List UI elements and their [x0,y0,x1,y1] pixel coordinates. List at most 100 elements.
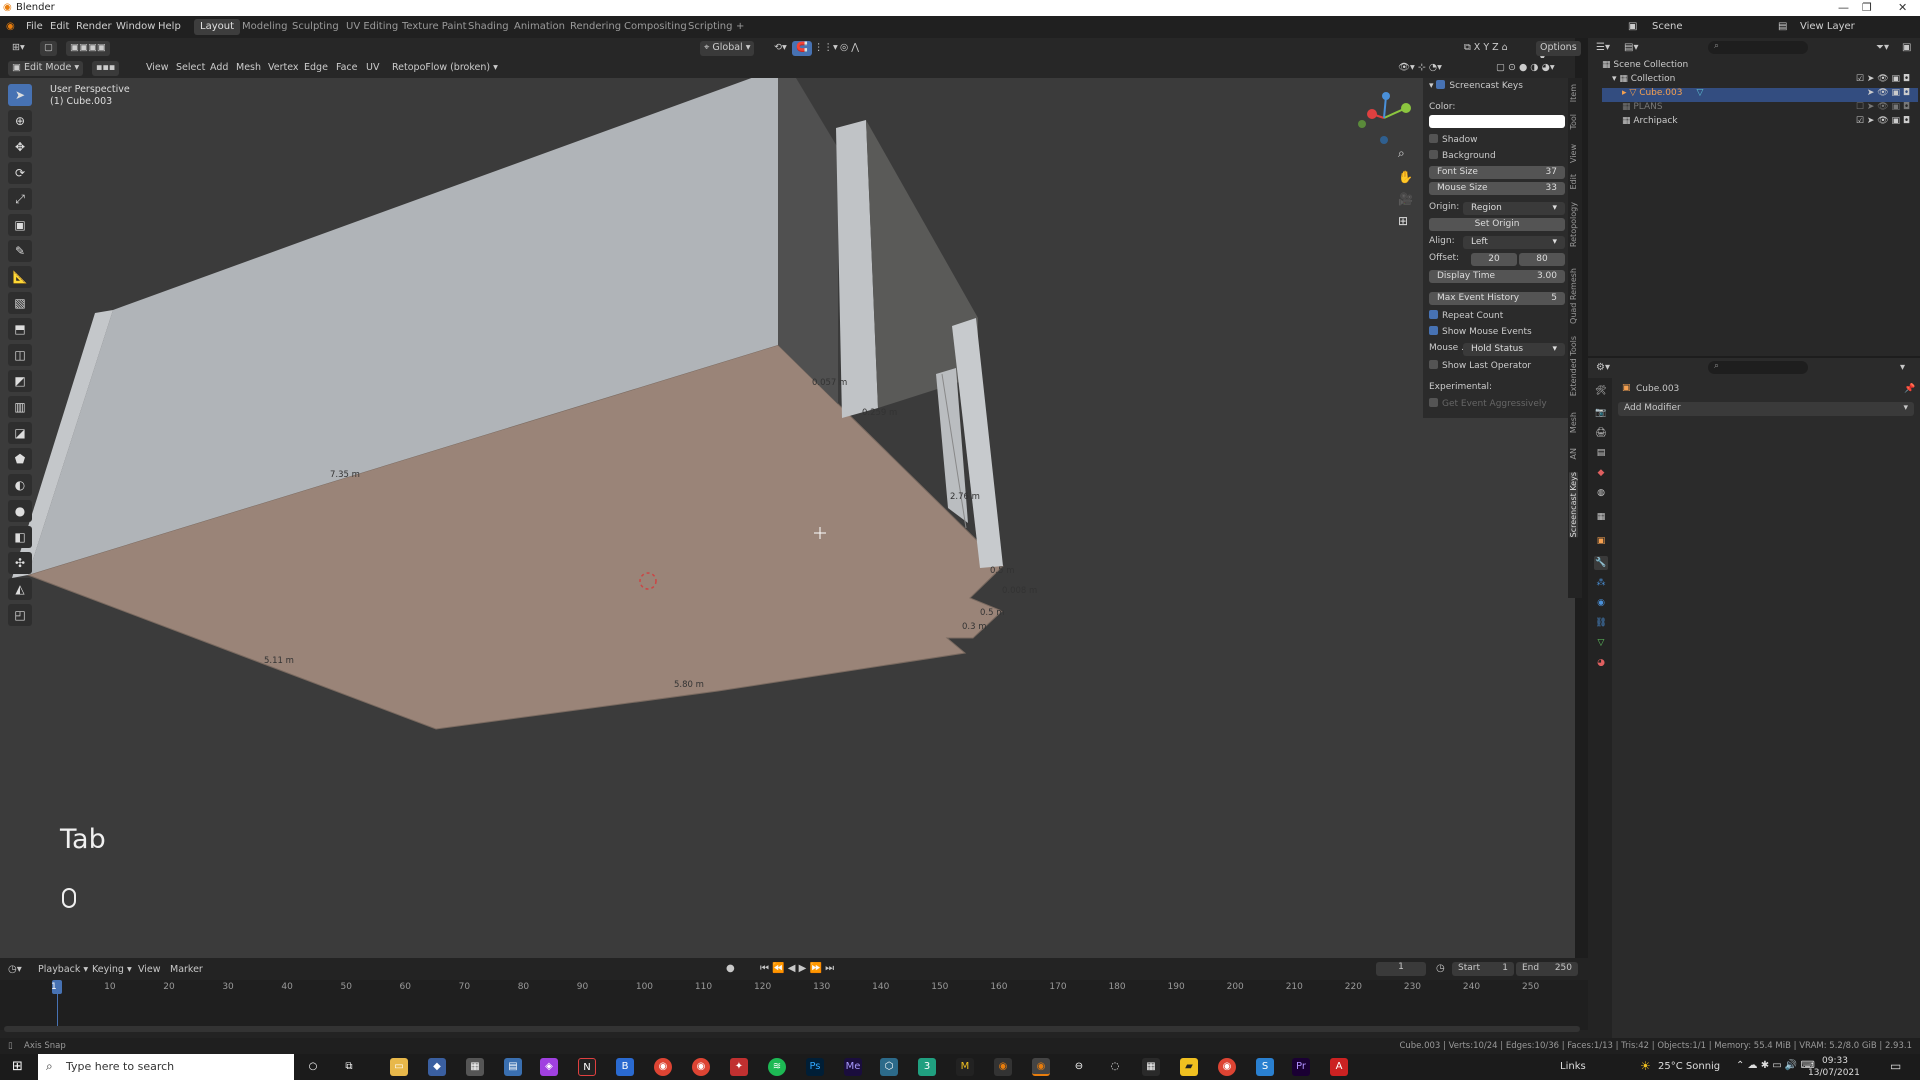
spotify-icon[interactable]: ≋ [768,1058,786,1076]
options-dropdown[interactable]: Options ▾ [1536,41,1581,64]
app-icon[interactable]: ▤ [504,1058,522,1076]
menu-face[interactable]: Face [332,61,361,76]
cortana-icon[interactable]: ○ [304,1058,322,1076]
properties-search-input[interactable]: ⌕ [1708,361,1808,374]
premiere-icon[interactable]: Pr [1292,1058,1310,1076]
extrude-tool-icon[interactable]: ⬒ [8,318,32,340]
sidebar-tab-extended-tools[interactable]: Extended Tools [1569,336,1578,396]
sidebar-tab-tool[interactable]: Tool [1569,114,1578,130]
filter-icon[interactable]: ⏷▾ [1876,42,1889,53]
transform-tool-icon[interactable]: ▣ [8,214,32,236]
tab-shading[interactable]: Shading [462,19,515,35]
scene-selector[interactable]: Scene [1652,21,1683,32]
clock-date[interactable]: 13/07/2021 [1808,1068,1860,1078]
constraints-props-icon[interactable]: ⛓ [1594,616,1608,630]
app-icon[interactable]: ◆ [428,1058,446,1076]
app-icon[interactable]: ⊖ [1070,1058,1088,1076]
align-dropdown[interactable]: Left ▾ [1463,236,1565,249]
menu-edit[interactable]: Edit [50,21,69,32]
menu-help[interactable]: Help [158,21,181,32]
app-icon[interactable]: ▰ [1180,1058,1198,1076]
sidebar-tab-item[interactable]: Item [1569,84,1578,102]
outliner-scene-collection[interactable]: ▦ Scene Collection [1602,60,1918,74]
add-modifier-dropdown[interactable]: Add Modifier ▾ [1618,402,1914,416]
background-checkbox[interactable] [1429,150,1438,159]
menu-vertex[interactable]: Vertex [264,61,303,76]
shrink-tool-icon[interactable]: ✣ [8,552,32,574]
show-last-checkbox[interactable] [1429,360,1438,369]
blender-active-icon[interactable]: ◉ [1032,1058,1050,1076]
collection-props-icon[interactable]: ▦ [1594,510,1608,524]
outliner-search-input[interactable]: ⌕ [1708,41,1808,54]
tab-sculpting[interactable]: Sculpting [286,19,345,35]
menu-mesh[interactable]: Mesh [232,61,265,76]
screencast-enable-checkbox[interactable] [1436,80,1446,89]
mode-selector[interactable]: ▣ Edit Mode ▾ [8,61,84,76]
sidebar-tab-an[interactable]: AN [1569,448,1578,459]
close-icon[interactable]: ✕ [1898,1,1907,14]
cursor-tool-icon[interactable]: ⊕ [8,110,32,132]
chrome-icon[interactable]: ◉ [654,1058,672,1076]
app-icon[interactable]: 3 [918,1058,936,1076]
view-layer-props-icon[interactable]: ▤ [1594,446,1608,460]
photoshop-icon[interactable]: Ps [806,1058,824,1076]
bevel-tool-icon[interactable]: ◩ [8,370,32,392]
shading-mode-icons[interactable]: ▢ ⊙ ● ◑ ◕▾ [1492,61,1559,76]
menu-render[interactable]: Render [76,21,112,32]
mirror-axis-icons[interactable]: ⧉ X Y Z ⌂ [1460,41,1512,56]
get-event-option[interactable]: Get Event Aggressively [1429,398,1564,412]
outliner-editor-icon[interactable]: ☰▾ [1596,42,1610,53]
output-props-icon[interactable]: 🖨 [1594,426,1608,440]
menu-window[interactable]: Window [116,21,155,32]
menu-file[interactable]: File [26,21,43,32]
particles-props-icon[interactable]: ⁂ [1594,576,1608,590]
visibility-icons[interactable]: ☑ ➤ 👁 ▣ ◘ [1856,74,1910,84]
select-tool-icon[interactable]: ➤ [8,84,32,106]
menu-marker[interactable]: Marker [170,964,203,975]
current-frame-field[interactable]: 1 [1376,962,1426,976]
view-layer-selector[interactable]: View Layer [1800,21,1855,32]
properties-options-icon[interactable]: ▾ [1900,362,1905,373]
tab-modeling[interactable]: Modeling [236,19,294,35]
tool-props-icon[interactable]: 🛠 [1594,384,1608,398]
annotate-tool-icon[interactable]: ✎ [8,240,32,262]
windows-start-icon[interactable]: ⊞ [12,1059,23,1074]
display-time-field[interactable]: Display Time 3.00 [1429,270,1565,283]
offset-y-field[interactable]: 80 [1519,253,1565,266]
object-props-icon[interactable]: ▣ [1594,534,1608,548]
show-mouse-events-option[interactable]: Show Mouse Events [1429,326,1564,340]
move-tool-icon[interactable]: ✥ [8,136,32,158]
blender-icon[interactable]: ◉ [994,1058,1012,1076]
outliner-collection[interactable]: ▾ ▦ Collection ☑ ➤ 👁 ▣ ◘ [1602,74,1918,88]
app-icon[interactable]: S [1256,1058,1274,1076]
max-event-history-field[interactable]: Max Event History 5 [1429,292,1565,305]
shear-tool-icon[interactable]: ◭ [8,578,32,600]
mouse-size-field[interactable]: Mouse Size 33 [1429,182,1565,195]
scene-props-icon[interactable]: ◆ [1594,466,1608,480]
origin-dropdown[interactable]: Region ▾ [1463,202,1565,215]
file-explorer-icon[interactable]: ▭ [390,1058,408,1076]
transform-orientation[interactable]: ⌖ Global ▾ [700,41,755,56]
3d-viewport[interactable]: 0.057 m 0.259 m 7.35 m 2.76 m 0.5 m 0.00… [0,78,1575,958]
repeat-count-checkbox[interactable] [1429,310,1438,319]
app-icon[interactable]: ▦ [1142,1058,1160,1076]
viewport-gizmo-icons[interactable]: 👁▾ ⊹ ◔▾ [1394,61,1446,76]
font-size-field[interactable]: Font Size 37 [1429,166,1565,179]
new-collection-icon[interactable]: ▣ [1902,42,1911,53]
smooth-tool-icon[interactable]: ● [8,500,32,522]
outliner-plans[interactable]: ▦ PLANS ☐ ➤ 👁 ▣ ◘ [1602,102,1918,116]
get-event-checkbox[interactable] [1429,398,1438,407]
visibility-icons[interactable]: ➤ 👁 ▣ ◘ [1867,88,1910,98]
repeat-count-option[interactable]: Repeat Count [1429,310,1564,324]
outliner-cube-003[interactable]: ▸ ▽ Cube.003 ▽ ➤ 👁 ▣ ◘ [1602,88,1918,102]
end-frame-field[interactable]: End 250 [1516,962,1578,976]
clock-time[interactable]: 09:33 [1822,1056,1848,1066]
start-frame-field[interactable]: Start 1 [1452,962,1514,976]
world-props-icon[interactable]: ◍ [1594,486,1608,500]
show-last-operator-option[interactable]: Show Last Operator [1429,360,1564,374]
notifications-icon[interactable]: ▭ [1890,1059,1901,1073]
sidebar-tab-view[interactable]: View [1569,144,1578,163]
tab-layout[interactable]: Layout [194,19,240,35]
camera-icon[interactable]: 🎥 [1398,192,1413,206]
edge-slide-tool-icon[interactable]: ◧ [8,526,32,548]
